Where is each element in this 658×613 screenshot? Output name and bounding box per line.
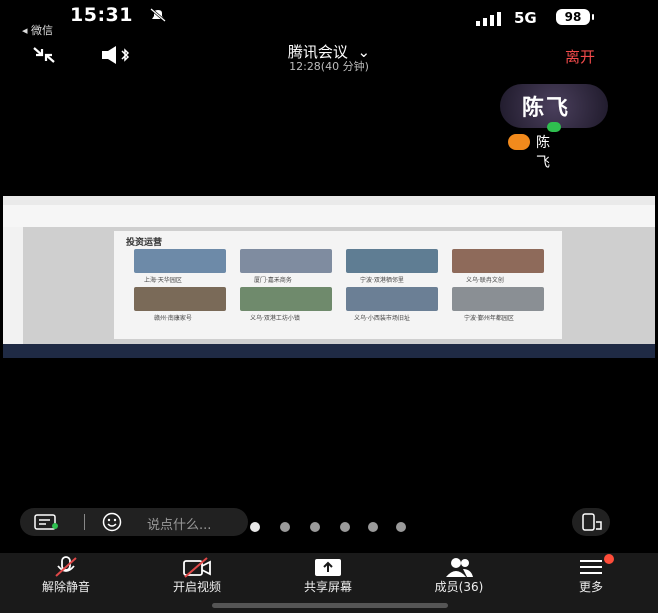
slide-image-3 [346, 249, 438, 273]
slide-caption: 义乌·小西装市场旧址 [354, 315, 410, 322]
status-time: 15:31 [70, 4, 133, 26]
share-screen-label: 共享屏幕 [303, 580, 352, 594]
slide-caption: 义乌·双港工坊小镇 [250, 315, 300, 322]
chat-input-bar[interactable]: 说点什么... [20, 508, 248, 536]
slide-caption: 厦门·嘉禾商务 [254, 277, 292, 284]
meeting-duration: 12:28(40 分钟) [289, 60, 369, 73]
chat-input[interactable]: 说点什么... [147, 514, 211, 533]
mic-muted-icon [55, 556, 77, 577]
unmute-label: 解除静音 [41, 580, 90, 594]
video-off-icon [183, 557, 211, 578]
more-label: 更多 [578, 580, 603, 594]
battery-indicator: 98 [556, 9, 594, 25]
slide-image-2 [240, 249, 332, 273]
page-dot [396, 522, 406, 532]
slide-caption: 宁波·鄞州年都园区 [464, 315, 514, 322]
slide-title: 投资运营 [126, 238, 163, 248]
slide-caption: 上海·天华园区 [144, 277, 182, 284]
page-dot [340, 522, 350, 532]
app-toolbar [3, 205, 655, 228]
page-dot [368, 522, 378, 532]
home-indicator[interactable] [212, 603, 448, 608]
page-dot [310, 522, 320, 532]
page-dot [250, 522, 260, 532]
members-icon [446, 558, 473, 577]
rotate-screen-button[interactable] [572, 508, 610, 536]
avatar-text: 陈飞 [522, 96, 571, 121]
slide-image-4 [452, 249, 544, 273]
presentation-slide: 投资运营 上海·天华园区 厦门·嘉禾商务 宁波·双港栖邻里 义乌·联冉文创 赣州… [114, 231, 562, 339]
slide-image-1 [134, 249, 226, 273]
left-sidebar [3, 227, 23, 344]
slide-caption: 宁波·双港栖邻里 [360, 277, 404, 284]
subtitle-icon[interactable] [34, 514, 60, 530]
windows-taskbar [3, 344, 655, 358]
page-dot [280, 522, 290, 532]
notification-dot [604, 554, 614, 564]
user-icon [508, 134, 530, 150]
rotate-icon [582, 513, 602, 531]
slide-caption: 赣州·南康家号 [154, 315, 192, 322]
emoji-icon[interactable] [102, 512, 122, 532]
network-type: 5G [514, 9, 537, 27]
cell-signal-icon [476, 12, 501, 26]
shared-screen[interactable]: 投资运营 上海·天华园区 厦门·嘉禾商务 宁波·双港栖邻里 义乌·联冉文创 赣州… [3, 196, 655, 358]
browser-tab-bar [3, 196, 655, 205]
members-label: 成员(36) [434, 580, 484, 594]
slide-image-7 [346, 287, 438, 311]
start-video-label: 开启视频 [172, 580, 221, 594]
bell-mute-icon [150, 8, 166, 22]
slide-image-6 [240, 287, 332, 311]
mic-active-icon [547, 122, 561, 132]
back-to-app-link[interactable]: ◂ 微信 [22, 22, 53, 38]
slide-caption: 义乌·联冉文创 [466, 277, 504, 284]
slide-image-5 [134, 287, 226, 311]
participant-name: 陈飞 [536, 135, 550, 171]
divider [84, 514, 85, 530]
slide-image-8 [452, 287, 544, 311]
more-menu-icon [580, 560, 602, 574]
share-screen-icon [315, 559, 341, 576]
leave-button[interactable]: 离开 [565, 46, 595, 67]
